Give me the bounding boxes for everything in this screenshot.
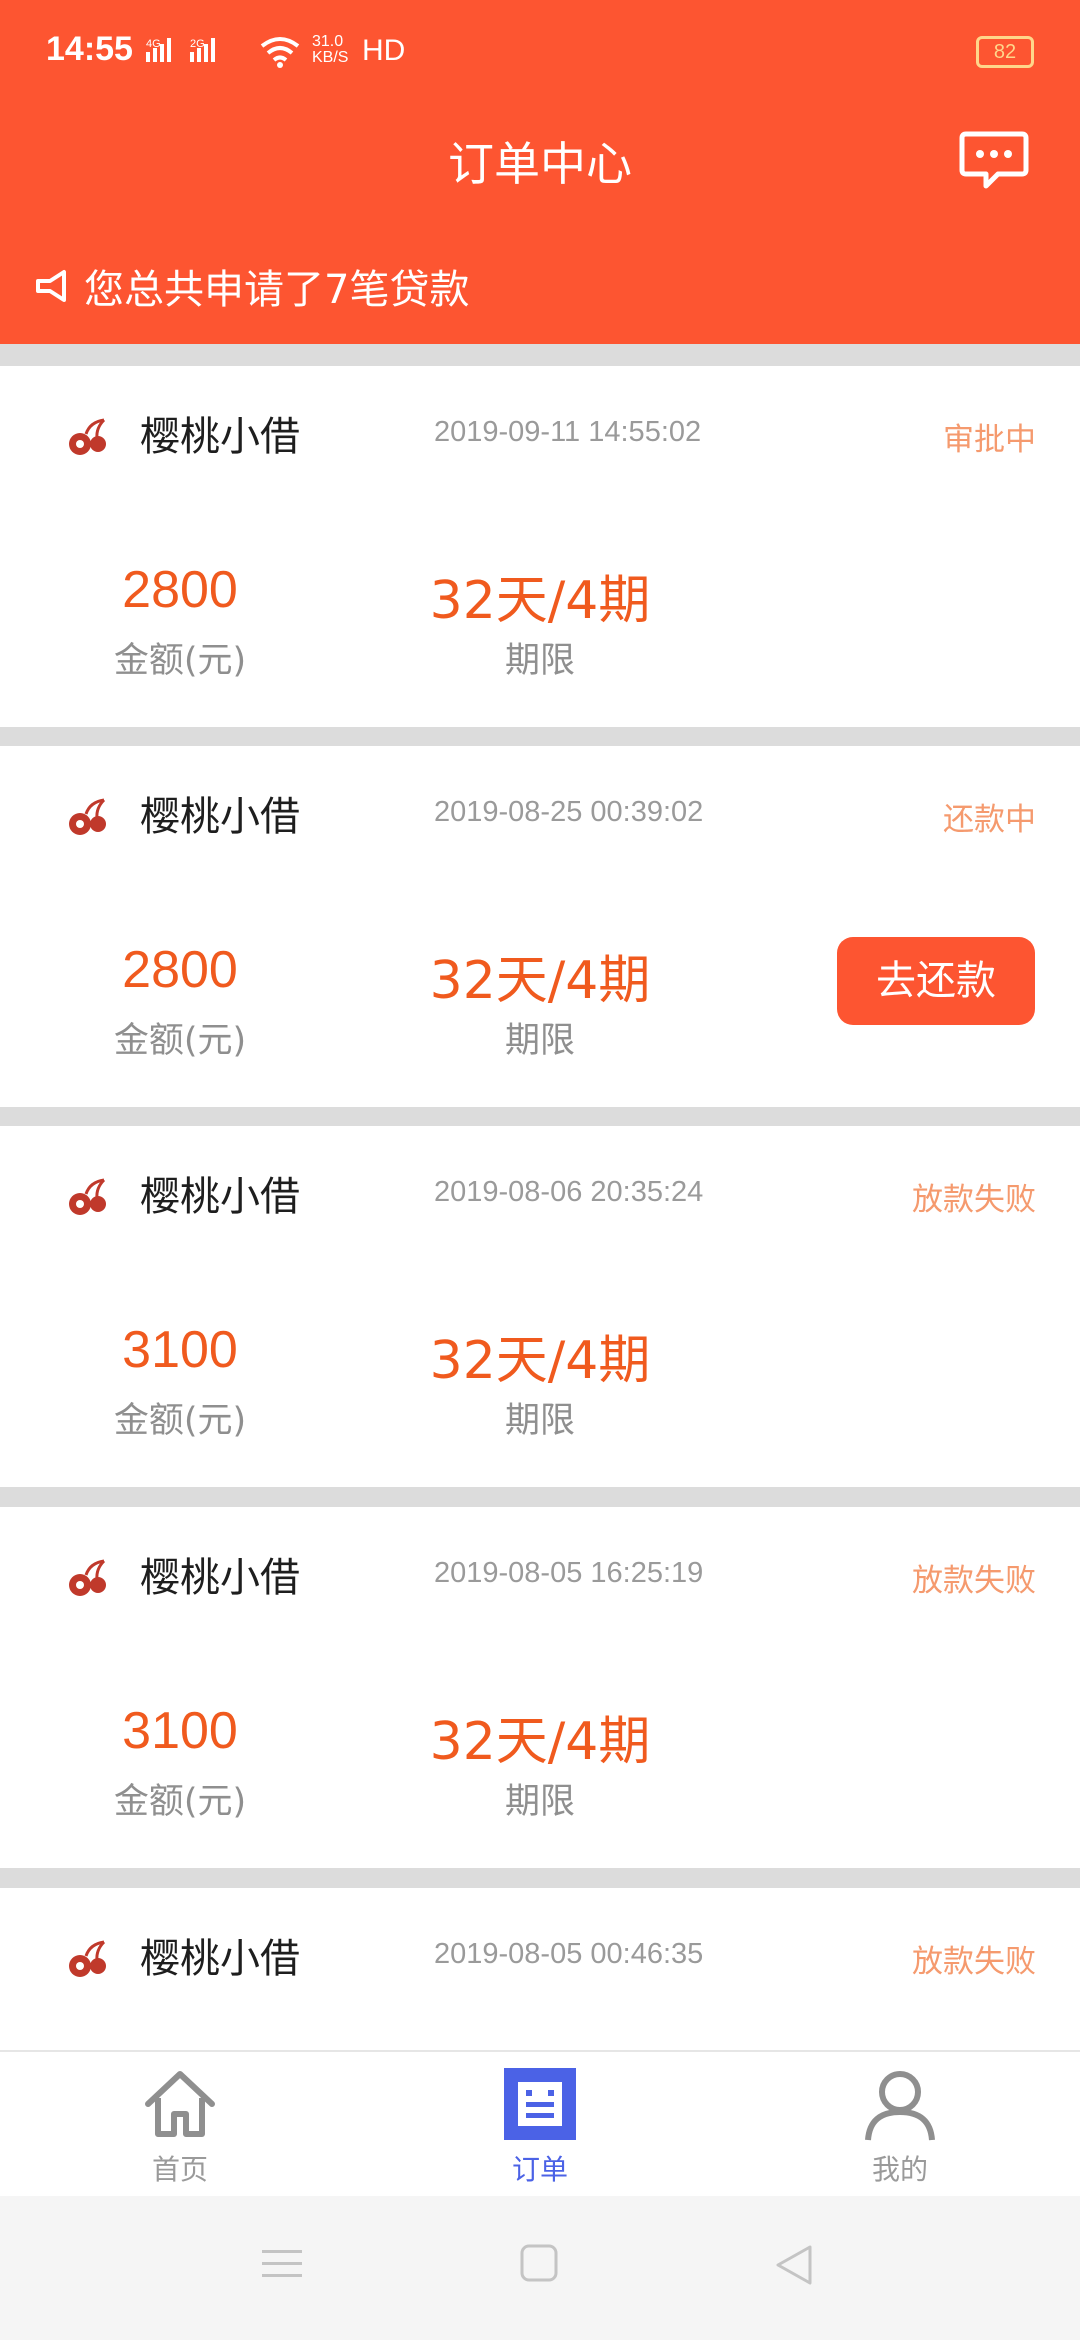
amount-label: 金额(元)	[113, 641, 247, 681]
tab-home-label: 首页	[151, 2153, 208, 2186]
order-date: 2019-08-25 00:39:02	[434, 796, 704, 828]
system-navigation-bar	[0, 2196, 1080, 2340]
order-status: 还款中	[943, 802, 1036, 838]
user-icon	[865, 2071, 935, 2141]
term-label: 期限	[504, 1782, 575, 1822]
order-card[interactable]: 樱桃小借 2019-08-25 00:39:02 还款中 2800 金额(元) …	[0, 746, 1080, 1107]
order-date: 2019-08-06 20:35:24	[434, 1176, 704, 1208]
term-label: 期限	[504, 641, 575, 681]
network-speed: 31.0 KB/S	[312, 33, 349, 66]
loan-term: 32天/4期	[429, 1712, 651, 1772]
order-status: 放款失败	[912, 1182, 1036, 1218]
tab-home[interactable]: 首页	[60, 2052, 300, 2198]
amount-label: 金额(元)	[113, 1021, 247, 1061]
hd-indicator: HD	[362, 34, 406, 67]
status-time: 14:55	[46, 30, 133, 68]
amount-label: 金额(元)	[113, 1401, 247, 1441]
order-list[interactable]: 樱桃小借 2019-09-11 14:55:02 审批中 2800 金额(元) …	[0, 344, 1080, 2050]
header: 14:55 4G 2G 31.0 KB/S HD 82 订单中心 您总共申请了7…	[0, 0, 1080, 344]
order-card[interactable]: 樱桃小借 2019-09-11 14:55:02 审批中 2800 金额(元) …	[0, 366, 1080, 727]
loan-amount: 3100	[122, 1702, 238, 1760]
order-card[interactable]: 樱桃小借 2019-08-05 16:25:19 放款失败 3100 金额(元)…	[0, 1507, 1080, 1868]
cherry-logo-icon	[69, 798, 106, 835]
battery-indicator: 82	[976, 36, 1034, 68]
loan-term: 32天/4期	[429, 951, 651, 1011]
order-date: 2019-08-05 00:46:35	[434, 1938, 704, 1970]
term-label: 期限	[504, 1401, 575, 1441]
page-title: 订单中心	[448, 137, 632, 191]
order-date: 2019-09-11 14:55:02	[434, 416, 702, 448]
order-status: 审批中	[943, 422, 1036, 458]
cellular-signal-icon: 4G 2G	[146, 38, 215, 62]
order-status: 放款失败	[912, 1563, 1036, 1599]
lender-name: 樱桃小借	[140, 1555, 300, 1601]
amount-label: 金额(元)	[113, 1782, 247, 1822]
cherry-logo-icon	[69, 1559, 106, 1596]
repay-button[interactable]: 去还款	[837, 937, 1035, 1025]
notice-bar: 您总共申请了7笔贷款	[34, 260, 470, 313]
megaphone-icon	[36, 270, 66, 302]
tab-orders[interactable]: 订单	[420, 2052, 660, 2198]
cherry-logo-icon	[69, 1940, 106, 1977]
notice-text: 您总共申请了7笔贷款	[84, 267, 470, 313]
loan-term: 32天/4期	[429, 571, 651, 631]
loan-amount: 2800	[122, 941, 238, 999]
back-triangle-icon[interactable]	[774, 2244, 814, 2286]
bottom-tab-bar: 首页 订单 我的	[0, 2050, 1080, 2196]
loan-amount: 2800	[122, 561, 238, 619]
message-button[interactable]	[958, 124, 1030, 196]
tab-mine[interactable]: 我的	[780, 2052, 1020, 2198]
chat-bubble-icon	[959, 131, 1029, 189]
orders-icon	[504, 2068, 576, 2140]
lender-name: 樱桃小借	[140, 1936, 300, 1982]
recents-menu-icon[interactable]	[262, 2246, 302, 2282]
order-card[interactable]: 樱桃小借 2019-08-05 00:46:35 放款失败	[0, 1888, 1080, 2050]
order-status: 放款失败	[912, 1944, 1036, 1980]
cherry-logo-icon	[69, 1178, 106, 1215]
cherry-logo-icon	[69, 418, 106, 455]
home-icon	[145, 2071, 215, 2137]
tab-orders-label: 订单	[511, 2153, 568, 2186]
lender-name: 樱桃小借	[140, 1174, 300, 1220]
loan-amount: 3100	[122, 1321, 238, 1379]
order-date: 2019-08-05 16:25:19	[434, 1557, 704, 1589]
home-square-icon[interactable]	[520, 2244, 560, 2284]
lender-name: 樱桃小借	[140, 794, 300, 840]
tab-mine-label: 我的	[871, 2153, 928, 2186]
order-card[interactable]: 樱桃小借 2019-08-06 20:35:24 放款失败 3100 金额(元)…	[0, 1126, 1080, 1487]
loan-term: 32天/4期	[429, 1331, 651, 1391]
wifi-icon	[260, 37, 300, 68]
term-label: 期限	[504, 1021, 575, 1061]
lender-name: 樱桃小借	[140, 414, 300, 460]
